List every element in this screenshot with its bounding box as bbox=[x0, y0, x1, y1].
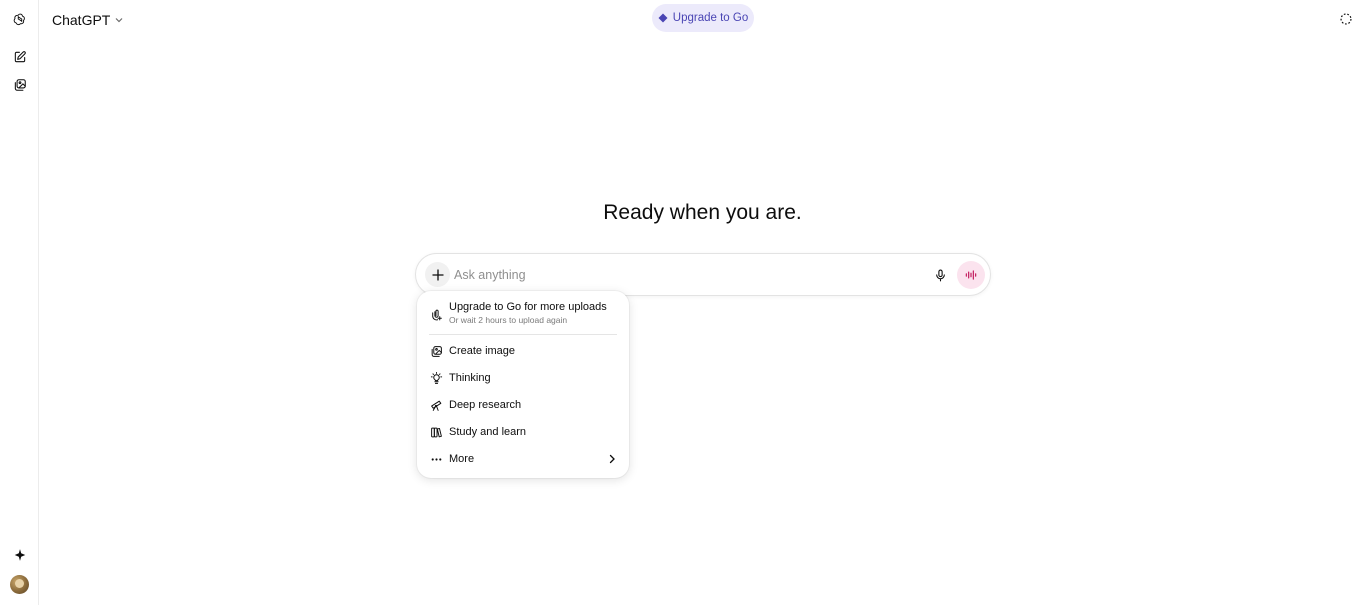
upgrade-label: Upgrade to Go bbox=[672, 12, 749, 24]
book-icon bbox=[429, 425, 443, 439]
chevron-right-icon bbox=[609, 454, 615, 464]
sidebar bbox=[0, 0, 39, 605]
temporary-chat-button[interactable] bbox=[1337, 10, 1355, 28]
images-icon bbox=[14, 79, 26, 91]
voice-waveform-icon bbox=[965, 270, 977, 280]
attach-button[interactable] bbox=[425, 262, 450, 287]
images-button[interactable] bbox=[9, 74, 31, 96]
avatar[interactable] bbox=[10, 575, 29, 594]
menu-item-label: More bbox=[449, 453, 475, 465]
openai-logo-icon[interactable] bbox=[9, 8, 31, 30]
plus-icon bbox=[431, 268, 444, 281]
dictate-button[interactable] bbox=[930, 265, 950, 285]
more-icon bbox=[429, 452, 443, 466]
avatar-face bbox=[15, 579, 24, 588]
explore-button[interactable] bbox=[9, 544, 31, 566]
model-selector[interactable]: ChatGPT bbox=[52, 10, 124, 30]
menu-item-label: Deep research bbox=[449, 399, 522, 411]
composer bbox=[415, 253, 991, 296]
chevron-down-icon bbox=[115, 18, 123, 23]
menu-item-label: Study and learn bbox=[449, 426, 527, 438]
attach-menu: Upgrade to Go for more uploads Or wait 2… bbox=[417, 291, 629, 478]
upgrade-button[interactable]: Upgrade to Go bbox=[652, 4, 754, 32]
telescope-icon bbox=[429, 398, 443, 412]
upload-limit-icon bbox=[429, 307, 443, 321]
menu-item-label: Create image bbox=[449, 345, 516, 357]
lightbulb-icon bbox=[429, 371, 443, 385]
menu-divider bbox=[429, 334, 617, 335]
menu-item-label: Thinking bbox=[449, 372, 491, 384]
menu-item-create-image[interactable]: Create image bbox=[423, 339, 623, 363]
menu-item-thinking[interactable]: Thinking bbox=[423, 366, 623, 390]
page-title: Ready when you are. bbox=[603, 201, 802, 224]
microphone-icon bbox=[935, 269, 945, 281]
diamond-icon bbox=[658, 13, 668, 23]
sparkle-icon bbox=[14, 549, 26, 561]
create-image-icon bbox=[429, 344, 443, 358]
model-label: ChatGPT bbox=[52, 12, 111, 28]
menu-item-study-and-learn[interactable]: Study and learn bbox=[423, 420, 623, 444]
upgrade-uploads-subtitle: Or wait 2 hours to upload again bbox=[449, 315, 568, 325]
prompt-input[interactable] bbox=[454, 265, 914, 285]
voice-mode-button[interactable] bbox=[957, 261, 985, 289]
new-chat-icon bbox=[14, 51, 26, 63]
new-chat-button[interactable] bbox=[9, 46, 31, 68]
menu-item-upgrade-uploads[interactable]: Upgrade to Go for more uploads Or wait 2… bbox=[423, 299, 623, 329]
menu-item-more[interactable]: More bbox=[423, 447, 623, 471]
menu-item-deep-research[interactable]: Deep research bbox=[423, 393, 623, 417]
upgrade-uploads-title: Upgrade to Go for more uploads bbox=[449, 301, 607, 313]
temporary-chat-icon bbox=[1340, 13, 1352, 25]
